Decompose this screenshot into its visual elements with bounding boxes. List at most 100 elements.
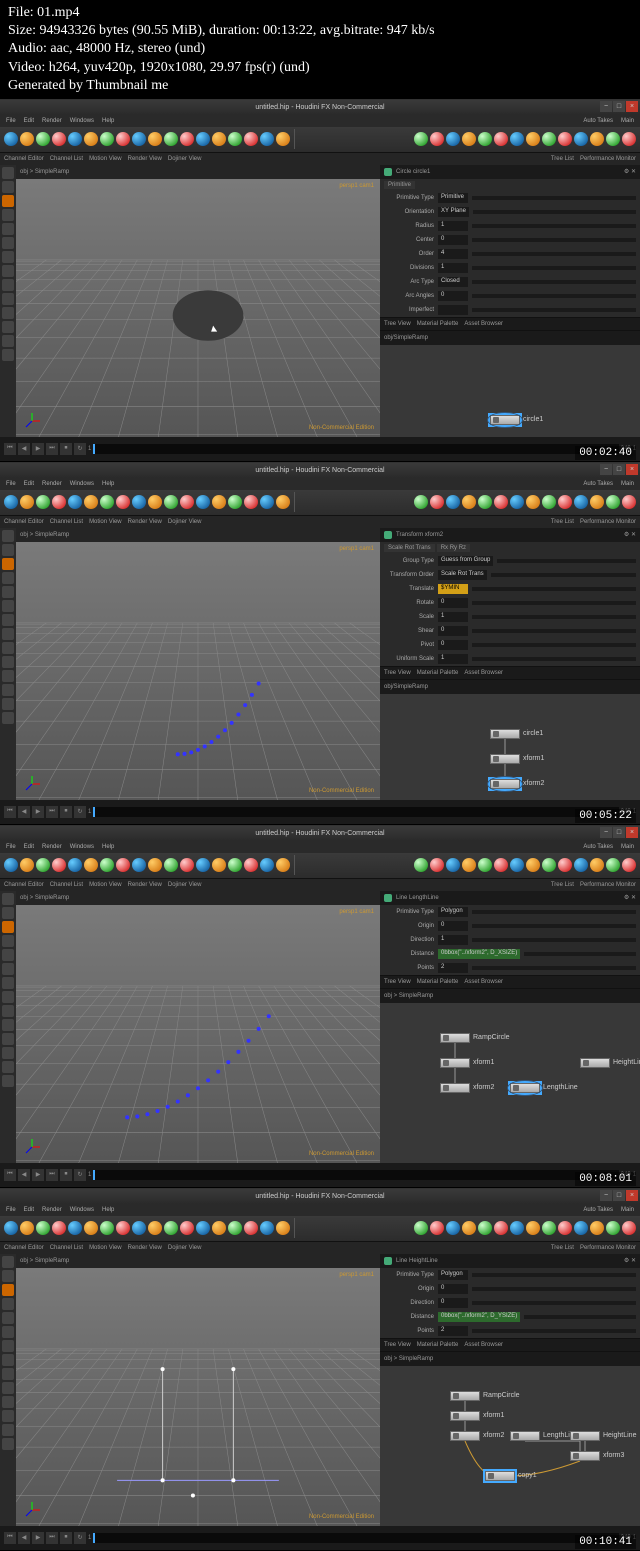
viewport-tool-3[interactable] <box>2 209 14 221</box>
frame-start[interactable]: 1 <box>88 1172 91 1178</box>
viewport-tool-5[interactable] <box>2 963 14 975</box>
viewport-tool-6[interactable] <box>2 1340 14 1352</box>
param-slider[interactable] <box>472 643 636 647</box>
node-LengthLine[interactable]: LengthLine <box>510 1083 578 1093</box>
node-xform1[interactable]: xform1 <box>440 1058 494 1068</box>
frame-start[interactable]: 1 <box>88 1535 91 1541</box>
shelf-light-3[interactable] <box>462 1221 476 1235</box>
param-slider[interactable] <box>472 657 636 661</box>
shelf-light-11[interactable] <box>590 495 604 509</box>
param-value[interactable]: 2 <box>438 1326 468 1336</box>
viewport-tool-3[interactable] <box>2 572 14 584</box>
pane-tab[interactable]: Motion View <box>89 519 122 525</box>
pane-tab[interactable]: Channel List <box>50 1245 83 1251</box>
node-circle1[interactable]: circle1 <box>490 729 543 739</box>
param-value[interactable]: 2 <box>438 963 468 973</box>
shelf-tool-13[interactable] <box>212 1221 226 1235</box>
shelf-light-5[interactable] <box>494 495 508 509</box>
shelf-light-8[interactable] <box>542 132 556 146</box>
playback-button[interactable]: ⏭ <box>46 806 58 818</box>
shelf-tool-16[interactable] <box>260 858 274 872</box>
param-value[interactable]: Primitive <box>438 193 468 203</box>
shelf-light-10[interactable] <box>574 132 588 146</box>
viewport-tool-1[interactable] <box>2 1270 14 1282</box>
shelf-light-11[interactable] <box>590 858 604 872</box>
pane-tab[interactable]: Render View <box>128 156 162 162</box>
param-value[interactable]: 1 <box>438 612 468 622</box>
shelf-tool-14[interactable] <box>228 858 242 872</box>
timeline-track[interactable] <box>93 1170 618 1180</box>
shelf-tool-5[interactable] <box>84 495 98 509</box>
maximize-button[interactable]: □ <box>613 1190 625 1201</box>
menu-help[interactable]: Help <box>102 118 114 124</box>
param-slider[interactable] <box>472 1287 636 1291</box>
shelf-light-4[interactable] <box>478 495 492 509</box>
shelf-light-12[interactable] <box>606 495 620 509</box>
param-value[interactable]: 4 <box>438 249 468 259</box>
shelf-light-5[interactable] <box>494 1221 508 1235</box>
shelf-tool-16[interactable] <box>260 1221 274 1235</box>
viewport-tool-1[interactable] <box>2 907 14 919</box>
shelf-tool-9[interactable] <box>148 858 162 872</box>
shelf-light-5[interactable] <box>494 132 508 146</box>
shelf-light-2[interactable] <box>446 858 460 872</box>
viewport-tool-1[interactable] <box>2 181 14 193</box>
shelf-tool-7[interactable] <box>116 1221 130 1235</box>
viewport-tool-3[interactable] <box>2 935 14 947</box>
viewport-tool-5[interactable] <box>2 237 14 249</box>
viewport-tool-4[interactable] <box>2 223 14 235</box>
shelf-tool-15[interactable] <box>244 858 258 872</box>
viewport-tool-13[interactable] <box>2 349 14 361</box>
playback-button[interactable]: ⏹ <box>60 1169 72 1181</box>
shelf-tool-17[interactable] <box>276 858 290 872</box>
pane-tab[interactable]: Render View <box>128 1245 162 1251</box>
param-slider[interactable] <box>524 1315 636 1319</box>
main-take[interactable]: Main <box>621 118 634 124</box>
pane-tab[interactable]: Render View <box>128 519 162 525</box>
shelf-light-12[interactable] <box>606 858 620 872</box>
viewport-tool-11[interactable] <box>2 1410 14 1422</box>
shelf-tool-4[interactable] <box>68 495 82 509</box>
shelf-light-7[interactable] <box>526 858 540 872</box>
shelf-tool-15[interactable] <box>244 132 258 146</box>
menu-edit[interactable]: Edit <box>24 118 34 124</box>
pane-tab[interactable]: Performance Monitor <box>580 1245 636 1251</box>
viewport-tool-11[interactable] <box>2 684 14 696</box>
maximize-button[interactable]: □ <box>613 101 625 112</box>
shelf-tool-17[interactable] <box>276 495 290 509</box>
viewport-tool-4[interactable] <box>2 949 14 961</box>
playback-button[interactable]: ⏮ <box>4 1532 16 1544</box>
menu-file[interactable]: File <box>6 118 16 124</box>
shelf-tool-5[interactable] <box>84 858 98 872</box>
shelf-light-0[interactable] <box>414 858 428 872</box>
shelf-light-1[interactable] <box>430 132 444 146</box>
viewport-tool-13[interactable] <box>2 1075 14 1087</box>
viewport-tool-6[interactable] <box>2 251 14 263</box>
shelf-tool-13[interactable] <box>212 132 226 146</box>
shelf-light-9[interactable] <box>558 858 572 872</box>
playback-button[interactable]: ⏭ <box>46 1169 58 1181</box>
playback-button[interactable]: ◀ <box>18 1169 30 1181</box>
shelf-light-2[interactable] <box>446 495 460 509</box>
viewport-path[interactable]: obj > SimpleRamp <box>20 895 69 901</box>
shelf-tool-6[interactable] <box>100 495 114 509</box>
shelf-light-9[interactable] <box>558 1221 572 1235</box>
shelf-tool-0[interactable] <box>4 858 18 872</box>
viewport-tool-3[interactable] <box>2 1298 14 1310</box>
shelf-light-8[interactable] <box>542 495 556 509</box>
viewport[interactable]: obj > SimpleRamppersp1 cam1Non-Commercia… <box>16 891 380 1163</box>
param-value[interactable]: 0 <box>438 1298 468 1308</box>
shelf-tool-2[interactable] <box>36 1221 50 1235</box>
viewport-tool-0[interactable] <box>2 167 14 179</box>
param-slider[interactable] <box>472 924 636 928</box>
menu-windows[interactable]: Windows <box>70 1207 94 1213</box>
pane-tab[interactable]: Dojiner View <box>168 519 202 525</box>
pane-tab[interactable]: Motion View <box>89 882 122 888</box>
playback-button[interactable]: ↻ <box>74 1532 86 1544</box>
shelf-light-6[interactable] <box>510 132 524 146</box>
shelf-tool-12[interactable] <box>196 132 210 146</box>
shelf-light-4[interactable] <box>478 858 492 872</box>
pane-tab[interactable]: Channel Editor <box>4 1245 44 1251</box>
shelf-tool-10[interactable] <box>164 495 178 509</box>
param-slider[interactable] <box>472 252 636 256</box>
